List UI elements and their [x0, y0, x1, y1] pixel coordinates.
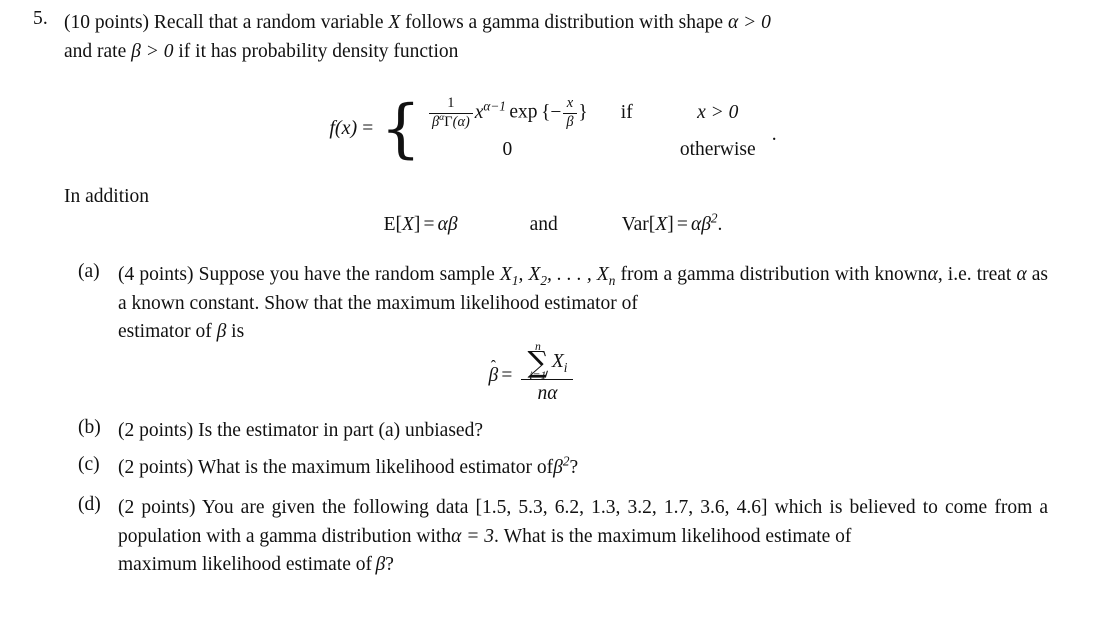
mle-numerator: n ∑ i=1 Xi — [521, 339, 573, 383]
part-d-last-text: maximum likelihood estimate of — [118, 554, 372, 575]
problem-intro-1: Recall that a random variable — [153, 12, 384, 33]
part-a-text-2: from a gamma distribution with known — [620, 264, 928, 285]
moments-trailing-period: . — [717, 214, 723, 235]
part-a-estimator-word: estimator of — [118, 321, 212, 342]
mle-equals: = — [501, 365, 513, 387]
summation-icon: n ∑ i=1 — [527, 339, 549, 383]
rate-condition: β > 0 — [131, 41, 174, 62]
problem-intro-3: and rate — [64, 41, 127, 62]
part-c-beta-squared: β2 — [553, 453, 570, 478]
part-d-text-3: . What is the maximum likelihood estimat… — [494, 525, 852, 547]
part-d-beta: β — [375, 554, 386, 575]
sum-lower-limit: i=1 — [529, 369, 547, 383]
part-b-points: (2 points) — [118, 420, 194, 441]
moments-display-equation: E[X] = αβ and Var[X] = αβ2. — [0, 210, 1118, 236]
pdf-case-2-value: 0 — [502, 139, 513, 161]
part-c-label: (c) — [78, 454, 100, 475]
part-c-points: (2 points) — [118, 457, 194, 478]
moments-conjunction: and — [529, 214, 558, 235]
pdf-cases: 1 βαΓ(α) xα−1 exp {− x β} if x > 0 0 otherwi… — [427, 95, 766, 161]
part-a-alpha: α — [927, 264, 938, 285]
random-variable-symbol: X — [388, 12, 401, 33]
mle-display-equation: ̂β = n∑i=1Xi nα — [0, 339, 1118, 405]
mle-lhs-beta-hat: ̂β — [488, 365, 499, 387]
part-b: (b) (2 points) Is the estimator in part … — [78, 417, 1048, 446]
part-d-data: [1.5, 5.3, 6.2, 1.3, 3.2, 1.7, 3.6, 4.6] — [475, 497, 768, 518]
pdf-trailing-period: . — [771, 123, 777, 145]
problem-points: (10 points) — [64, 12, 150, 33]
pdf-case-1-if: if — [620, 102, 633, 124]
part-d-label: (d) — [78, 494, 101, 515]
part-c-body: (2 points) What is the maximum likelihoo… — [118, 454, 1048, 483]
part-a-text-3: , i.e. — [937, 264, 972, 285]
cases-brace-icon: { — [380, 91, 422, 166]
pdf-power-term: xα−1 — [474, 98, 506, 123]
pdf-equals: = — [362, 117, 374, 139]
part-a-alpha-2: α — [1016, 264, 1027, 285]
part-b-text: Is the estimator in part (a) unbiased? — [198, 420, 483, 441]
mle-sum-term: Xi — [551, 351, 568, 375]
part-c: (c) (2 points) What is the maximum likel… — [78, 454, 1048, 483]
part-d: (d) (2 points) You are given the followi… — [78, 494, 1048, 580]
exam-problem-page: 5. (10 points) Recall that a random vari… — [0, 0, 1118, 617]
pdf-display-equation: f(x) = { 1 βαΓ(α) xα−1 exp {− x β} if x > 0 … — [0, 91, 1118, 166]
expectation-equals: = — [423, 214, 435, 235]
part-a-body: (4 points) Suppose you have the random s… — [118, 261, 1048, 347]
pdf-exp-operator: exp — [509, 101, 538, 123]
variance-equals: = — [676, 214, 688, 235]
part-d-text-1: You are given the following data — [201, 497, 469, 518]
part-d-alpha-value: α = 3 — [451, 525, 494, 547]
problem-intro-2: follows a gamma distribution with shape — [405, 12, 724, 33]
part-a-text-4: treat — [976, 264, 1012, 285]
pdf-exp-argument: {− x β} — [541, 95, 588, 130]
part-d-body: (2 points) You are given the following d… — [118, 494, 1048, 580]
moments-lead-in: In addition — [64, 186, 150, 207]
part-a: (a) (4 points) Suppose you have the rand… — [78, 261, 1048, 347]
part-c-text-2: ? — [569, 457, 579, 478]
pdf-fraction-numerator: 1 — [447, 95, 455, 111]
pdf-case-1-condition: x > 0 — [697, 102, 739, 124]
part-d-points: (2 points) — [118, 497, 196, 518]
part-a-points: (4 points) — [118, 264, 194, 285]
part-a-text-6: is — [231, 321, 245, 342]
part-c-text-1: What is the maximum likelihood estimator… — [197, 457, 554, 478]
part-b-body: (2 points) Is the estimator in part (a) … — [118, 417, 1048, 446]
part-d-text-4: ? — [385, 554, 394, 575]
variance-rhs: αβ2 — [690, 210, 718, 235]
part-a-text-1: Suppose you have the random sample — [198, 264, 495, 285]
part-a-beta: β — [216, 321, 227, 342]
pdf-normalizing-fraction: 1 βαΓ(α) — [428, 95, 473, 131]
pdf-fraction-denominator: βαΓ(α) — [428, 112, 473, 131]
pdf-case-1-value: 1 βαΓ(α) xα−1 exp {− x β} — [427, 95, 610, 131]
pdf-lhs: f(x) — [329, 117, 358, 140]
problem-number: 5. — [33, 8, 48, 29]
mle-fraction: n ∑ i=1 Xi nα — [521, 339, 574, 405]
part-b-label: (b) — [78, 417, 101, 438]
shape-condition: α > 0 — [727, 12, 771, 33]
expectation-lhs: E[X] — [383, 214, 421, 235]
problem-statement: (10 points) Recall that a random variabl… — [64, 8, 1048, 66]
problem-intro-4: if it has probability density function — [178, 41, 459, 62]
pdf-case-2-condition: otherwise — [679, 139, 756, 161]
part-a-sample: X1, X2, . . . , Xn — [499, 264, 616, 288]
variance-lhs: Var[X] — [621, 214, 674, 235]
expectation-rhs: αβ — [437, 214, 458, 235]
part-a-label: (a) — [78, 261, 100, 282]
